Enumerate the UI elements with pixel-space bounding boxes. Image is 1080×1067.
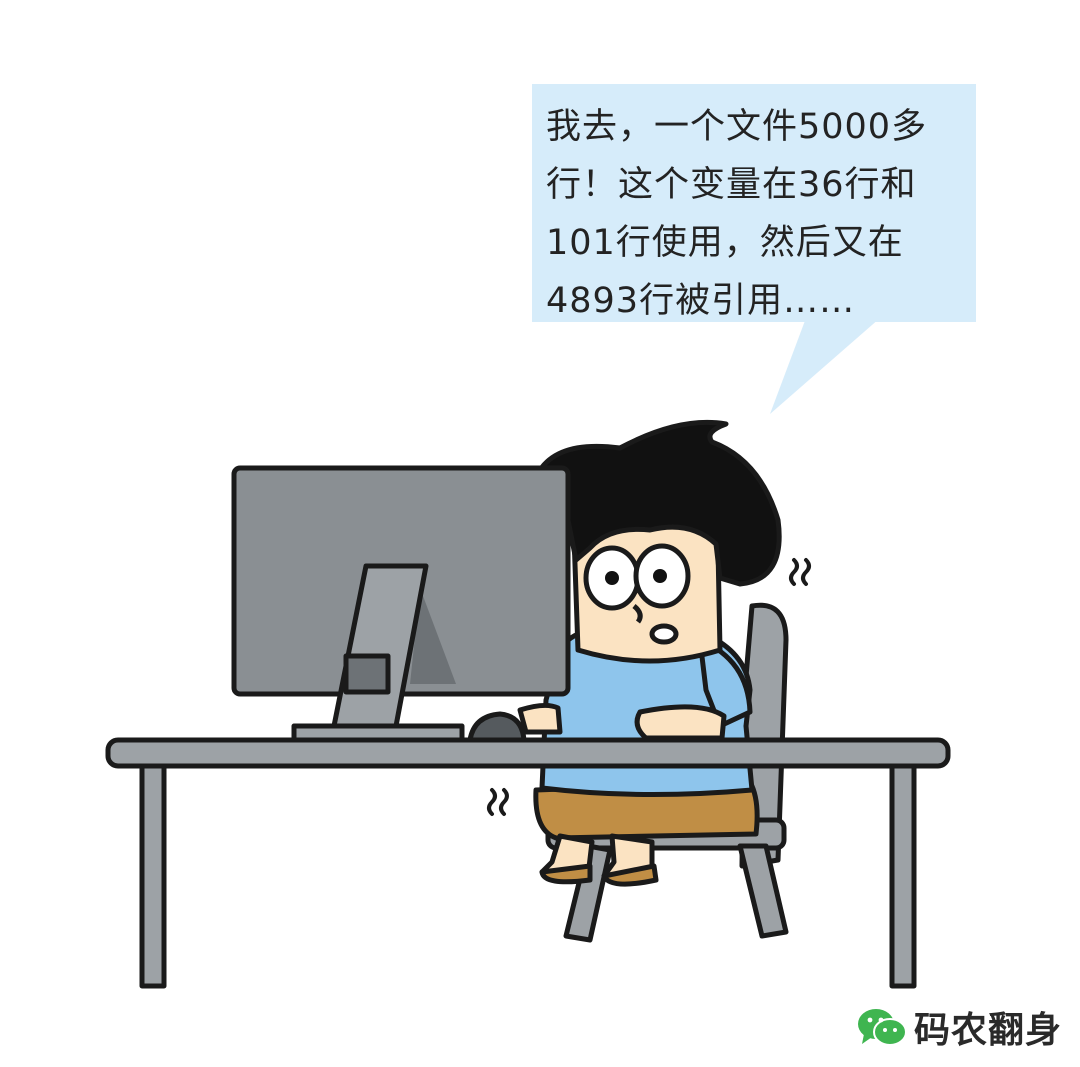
comic-panel: 我去，一个文件5000多 行！这个变量在36行和 101行使用，然后又在 489… [0, 0, 1080, 1067]
character-head [537, 419, 782, 664]
wechat-icon [858, 1009, 907, 1046]
monitor [231, 465, 571, 745]
speech-line: 4893行被引用…… [546, 281, 856, 321]
character-legs [533, 779, 760, 887]
speech-line: 行！这个变量在36行和 [546, 165, 917, 205]
speech-bubble-tail [770, 318, 880, 414]
speech-line: 101行使用，然后又在 [546, 223, 904, 263]
watermark: 码农翻身 [856, 1004, 1063, 1051]
speech-line: 我去，一个文件5000多 [546, 107, 928, 147]
mouse [467, 711, 527, 743]
watermark-text: 码农翻身 [914, 1010, 1063, 1051]
speech-bubble: 我去，一个文件5000多 行！这个变量在36行和 101行使用，然后又在 489… [532, 84, 976, 322]
desk [105, 737, 951, 989]
